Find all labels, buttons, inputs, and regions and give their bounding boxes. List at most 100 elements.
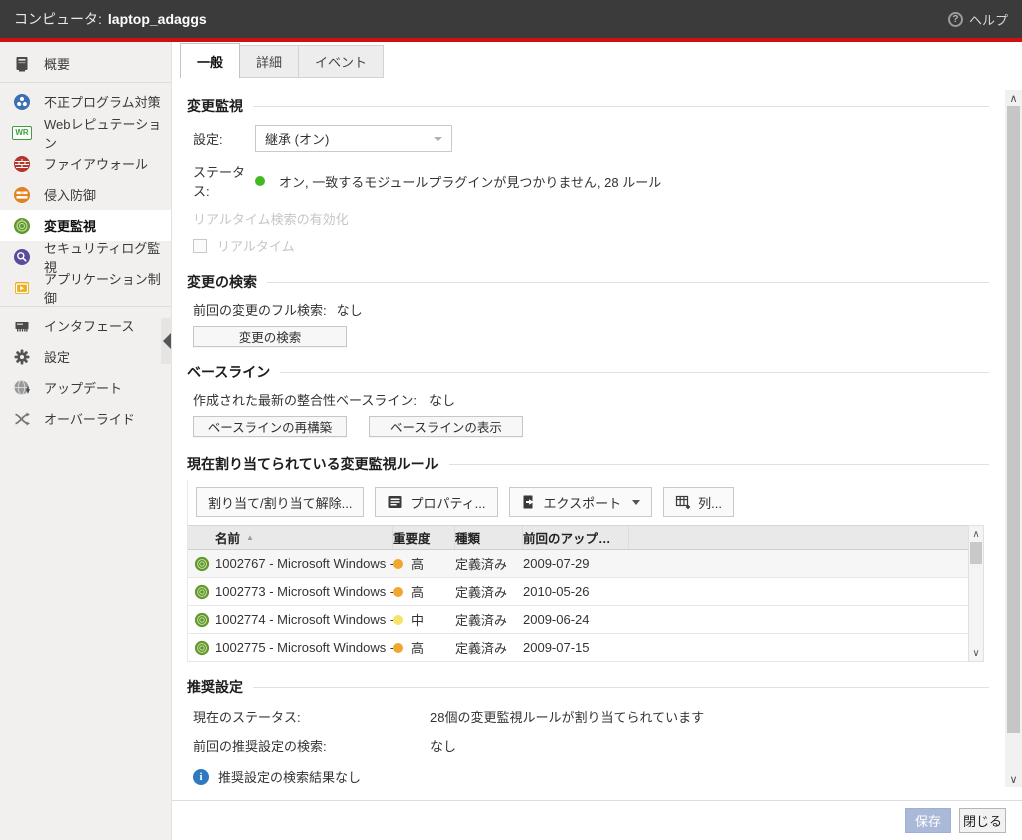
sidebar-item-label: 概要 xyxy=(44,54,70,73)
scroll-down-icon[interactable]: ∨ xyxy=(1005,771,1022,787)
help-button[interactable]: ? ヘルプ xyxy=(948,10,1008,29)
sidebar-item-settings[interactable]: 設定 xyxy=(0,341,171,372)
integrity-rule-icon xyxy=(194,556,210,572)
no-recommendation-results-text: 推奨設定の検索結果なし xyxy=(218,767,361,786)
button-label: プロパティ... xyxy=(410,493,485,512)
rule-type: 定義済み xyxy=(455,554,523,573)
sidebar-item-label: 侵入防御 xyxy=(44,185,96,204)
log-inspection-icon xyxy=(13,248,31,266)
severity-dot xyxy=(393,559,403,569)
tab-general[interactable]: 一般 xyxy=(180,43,240,78)
sort-ascending-icon: ▲ xyxy=(246,533,254,542)
integrity-state-dropdown[interactable]: 継承 (オン) xyxy=(255,125,452,152)
sidebar-item-overview[interactable]: 概要 xyxy=(0,48,171,79)
sidebar-item-label: 変更監視 xyxy=(44,216,96,235)
table-row[interactable]: 1002773 - Microsoft Windows - '… 高 定義済み … xyxy=(188,578,968,606)
table-row[interactable]: 1002774 - Microsoft Windows -… 中 定義済み 20… xyxy=(188,606,968,634)
columns-button[interactable]: 列... xyxy=(663,487,734,517)
scan-for-changes-button[interactable]: 変更の検索 xyxy=(193,326,347,347)
scroll-down-icon[interactable]: ∨ xyxy=(969,645,983,661)
scroll-up-icon[interactable]: ∧ xyxy=(969,526,983,542)
section-assigned-rules: 現在割り当てられている変更監視ルール xyxy=(187,454,989,474)
column-header-last-updated[interactable]: 前回のアップ… xyxy=(523,526,629,549)
tab-advanced[interactable]: 詳細 xyxy=(240,45,299,78)
table-scrollbar-thumb[interactable] xyxy=(970,542,982,564)
save-button[interactable]: 保存 xyxy=(905,808,951,833)
main-scrollbar-thumb[interactable] xyxy=(1007,106,1020,733)
button-label: エクスポート xyxy=(544,493,622,512)
column-header-severity[interactable]: 重要度 xyxy=(393,526,455,549)
table-row[interactable]: 1002775 - Microsoft Windows -… 高 定義済み 20… xyxy=(188,634,968,662)
rule-updated: 2009-07-29 xyxy=(523,556,629,571)
last-baseline-value: なし xyxy=(429,390,455,409)
section-title: 変更監視 xyxy=(187,96,243,116)
sidebar-collapse-handle[interactable] xyxy=(161,318,172,364)
table-header-row: 名前 ▲ 重要度 種類 前回のアップ… xyxy=(188,526,968,550)
close-button[interactable]: 閉じる xyxy=(959,808,1006,833)
rule-name: 1002767 - Microsoft Windows -… xyxy=(215,556,393,571)
integrity-rule-icon xyxy=(194,584,210,600)
table-scrollbar[interactable]: ∧ ∨ xyxy=(968,525,984,662)
dropdown-value: 継承 (オン) xyxy=(265,129,329,148)
realtime-checkbox-label: リアルタイム xyxy=(217,236,295,255)
sidebar-item-firewall[interactable]: ファイアウォール xyxy=(0,148,171,179)
rule-name: 1002774 - Microsoft Windows -… xyxy=(215,612,393,627)
section-rule xyxy=(449,464,989,465)
table-row[interactable]: 1002767 - Microsoft Windows -… 高 定義済み 20… xyxy=(188,550,968,578)
severity-label: 高 xyxy=(411,638,424,657)
view-baseline-button[interactable]: ベースラインの表示 xyxy=(369,416,523,437)
sidebar-item-anti-malware[interactable]: 不正プログラム対策 xyxy=(0,86,171,117)
severity-dot xyxy=(393,587,403,597)
sidebar-item-intrusion-prevention[interactable]: 侵入防御 xyxy=(0,179,171,210)
main-panel: 一般 詳細 イベント 変更監視 設定: 継承 (オン) ステータス: xyxy=(172,42,1022,840)
assign-unassign-button[interactable]: 割り当て/割り当て解除... xyxy=(196,487,364,517)
column-header-name[interactable]: 名前 ▲ xyxy=(215,526,393,549)
sidebar-item-label: ファイアウォール xyxy=(44,154,148,173)
columns-icon xyxy=(675,494,691,510)
rules-toolbar: 割り当て/割り当て解除... プロパティ... エクスポート xyxy=(188,480,989,525)
last-recommendation-scan-label: 前回の推奨設定の検索: xyxy=(193,736,430,755)
section-rule xyxy=(253,687,989,688)
tab-events[interactable]: イベント xyxy=(299,45,384,78)
severity-dot xyxy=(393,615,403,625)
config-label: 設定: xyxy=(193,129,255,148)
sidebar: 概要 不正プログラム対策 WR Webレピュテーション ファイアウォール 侵入防 xyxy=(0,42,172,840)
sidebar-item-overrides[interactable]: オーバーライド xyxy=(0,403,171,434)
help-icon: ? xyxy=(948,12,963,27)
severity-label: 高 xyxy=(411,582,424,601)
sidebar-separator xyxy=(0,82,171,83)
interfaces-icon xyxy=(13,317,31,335)
button-label: 割り当て/割り当て解除... xyxy=(208,493,352,512)
general-tab-content: 変更監視 設定: 継承 (オン) ステータス: オン, 一致するモジュールプラグ… xyxy=(172,78,1005,800)
main-scrollbar[interactable]: ∧ ∨ xyxy=(1005,90,1022,787)
column-header-type[interactable]: 種類 xyxy=(455,526,523,549)
info-icon: i xyxy=(193,769,209,785)
sidebar-item-label: Webレピュテーション xyxy=(44,114,171,152)
sidebar-item-updates[interactable]: アップデート xyxy=(0,372,171,403)
sidebar-item-interfaces[interactable]: インタフェース xyxy=(0,310,171,341)
section-rule xyxy=(267,282,989,283)
properties-button[interactable]: プロパティ... xyxy=(375,487,497,517)
integrity-monitoring-icon xyxy=(13,217,31,235)
section-title: ベースライン xyxy=(187,362,270,382)
export-button[interactable]: エクスポート xyxy=(509,487,653,517)
sidebar-item-integrity-monitoring[interactable]: 変更監視 xyxy=(0,210,171,241)
rule-name: 1002775 - Microsoft Windows -… xyxy=(215,640,393,655)
sidebar-item-log-inspection[interactable]: セキュリティログ監視 xyxy=(0,241,171,272)
rule-updated: 2009-06-24 xyxy=(523,612,629,627)
overview-server-icon xyxy=(13,55,31,73)
chevron-down-icon xyxy=(434,137,442,141)
firewall-icon xyxy=(13,155,31,173)
settings-gear-icon xyxy=(13,348,31,366)
sidebar-item-application-control[interactable]: アプリケーション制御 xyxy=(0,272,171,303)
sidebar-item-web-reputation[interactable]: WR Webレピュテーション xyxy=(0,117,171,148)
severity-dot xyxy=(393,643,403,653)
scroll-up-icon[interactable]: ∧ xyxy=(1005,90,1022,106)
rule-updated: 2009-07-15 xyxy=(523,640,629,655)
section-integrity-monitoring: 変更監視 xyxy=(187,96,989,116)
section-recommendations: 推奨設定 xyxy=(187,677,989,697)
rebuild-baseline-button[interactable]: ベースラインの再構築 xyxy=(193,416,347,437)
status-text: オン, 一致するモジュールプラグインが見つかりません, 28 ルール xyxy=(279,172,661,191)
status-on-dot xyxy=(255,176,265,186)
anti-malware-icon xyxy=(13,93,31,111)
